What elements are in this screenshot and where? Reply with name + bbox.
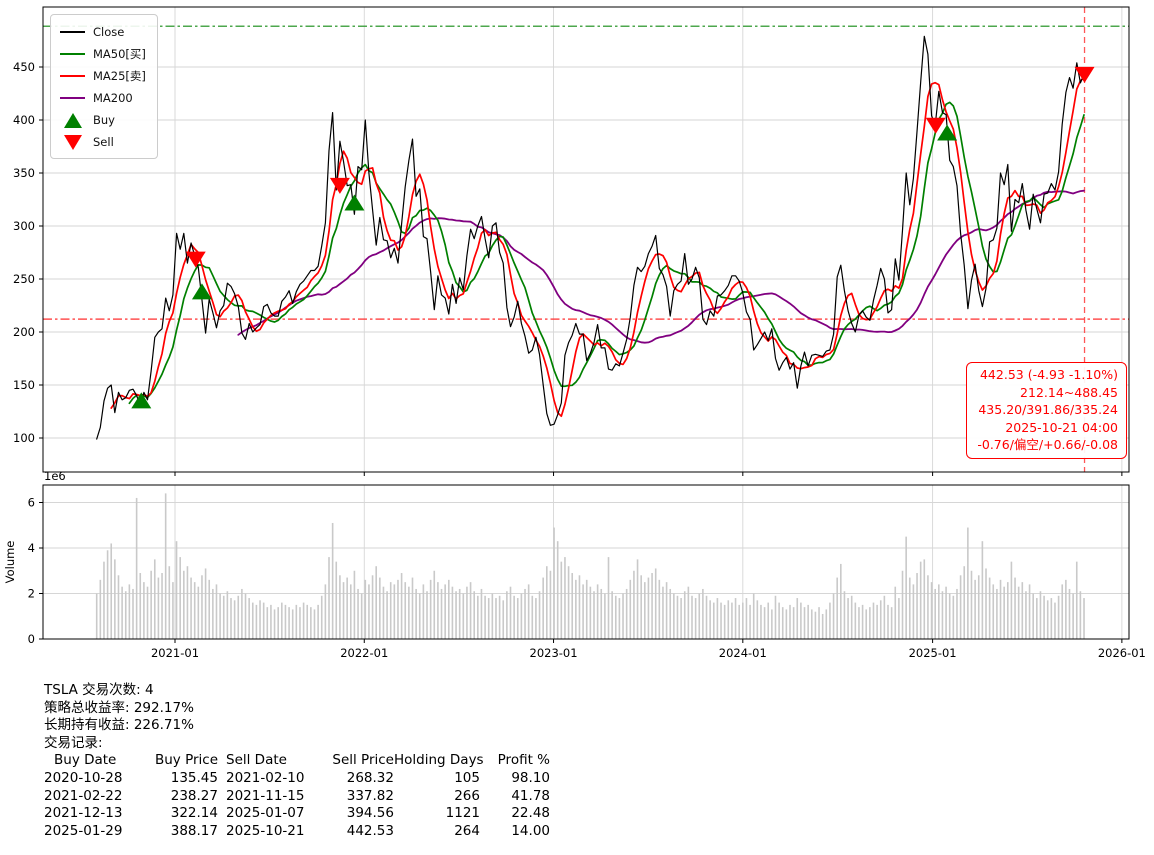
y-tick-label: 450 — [13, 60, 35, 74]
trade-cell: 41.78 — [511, 787, 550, 804]
col-sell-price: Sell Price — [332, 752, 394, 769]
sell-marker — [1074, 66, 1095, 83]
legend-label: MA50[买] — [93, 47, 146, 61]
legend-label: Close — [93, 25, 125, 39]
gridlines — [43, 7, 1129, 640]
strategy-return-line: 策略总收益率: 292.17% — [44, 699, 194, 716]
trade-cell: 2025-01-07 — [226, 805, 305, 822]
annotation-line-datetime: 2025-10-21 04:00 — [1005, 419, 1118, 435]
volume-tick-label: 2 — [28, 587, 35, 601]
legend-item-buy: Buy — [60, 110, 146, 130]
buy-triangle-icon — [60, 112, 85, 128]
y-tick-label: 300 — [13, 219, 35, 233]
legend-item-ma25: MA25[卖] — [60, 66, 146, 86]
price-annotation-box: 442.53 (-4.93 -1.10%) 212.14~488.45 435.… — [966, 362, 1127, 459]
trade-cell: 264 — [454, 822, 480, 839]
x-tick-label: 2026-01 — [1098, 646, 1146, 660]
y-tick-label: 350 — [13, 166, 35, 180]
ma50-line-swatch — [60, 52, 85, 56]
y-tick-label: 250 — [13, 272, 35, 286]
ma200-line-swatch — [60, 96, 85, 100]
legend-item-sell: Sell — [60, 132, 146, 152]
volume-bars — [95, 493, 1085, 639]
trade-cell: 1121 — [445, 805, 480, 822]
close-line — [96, 35, 1085, 440]
annotation-line-range: 212.14~488.45 — [1020, 384, 1118, 400]
trade-row: 2020-10-28 135.45 2021-02-10 268.32 105 98.10 — [44, 770, 550, 788]
y-tick-label: 200 — [13, 325, 35, 339]
col-buy-date: Buy Date — [54, 752, 117, 769]
trade-cell: 268.32 — [346, 769, 394, 786]
x-tick-label: 2024-01 — [719, 646, 767, 660]
y-tick-label: 400 — [13, 113, 35, 127]
trade-cell: 2021-02-10 — [226, 769, 305, 786]
ma200-line — [237, 189, 1085, 344]
col-sell-date: Sell Date — [226, 752, 287, 769]
trade-cell: 394.56 — [346, 805, 394, 822]
volume-tick-label: 6 — [28, 496, 35, 510]
volume-axis-label: Volume — [3, 541, 17, 584]
trade-count-line: TSLA 交易次数: 4 — [44, 682, 154, 698]
x-tick-label: 2023-01 — [530, 646, 578, 660]
col-holding-days: Holding Days — [394, 752, 484, 769]
trade-table-header: Buy Date Buy Price Sell Date Sell Price … — [44, 752, 550, 770]
trade-row: 2021-02-22 238.27 2021-11-15 337.82 266 41.78 — [44, 788, 550, 806]
close-line-swatch — [60, 30, 85, 34]
trade-cell: 105 — [454, 769, 480, 786]
col-buy-price: Buy Price — [154, 752, 218, 769]
trade-cell: 388.17 — [170, 822, 218, 839]
trade-cell: 238.27 — [170, 787, 218, 804]
trade-row: 2021-12-13 322.14 2025-01-07 394.56 1121 22.4… — [44, 805, 550, 823]
x-tick-label: 2025-01 — [909, 646, 957, 660]
price-volume-chart: 100 150 200 250 300 350 400 450 0 2 4 6 2021-01 2022-… — [3, 6, 1146, 660]
chart-legend: Close MA50[买] MA25[卖] MA200 Buy Sell — [50, 14, 158, 159]
volume-tick-label: 4 — [28, 541, 35, 555]
tick-marks — [39, 66, 1123, 643]
hold-return-line: 长期持有收益: 226.71% — [44, 717, 194, 734]
strategy-summary: TSLA 交易次数: 4 策略总收益率: 292.17% 长期持有收益: 226… — [44, 682, 550, 840]
buy-marker — [344, 194, 365, 211]
trade-cell: 98.10 — [511, 769, 550, 786]
volume-offset-label: 1e6 — [44, 469, 66, 483]
legend-item-ma50: MA50[买] — [60, 44, 146, 64]
trade-cell: 322.14 — [170, 805, 218, 822]
trade-cell: 2020-10-28 — [44, 769, 123, 786]
annotation-line-signal: -0.76/偏空/+0.66/-0.08 — [977, 437, 1118, 453]
trade-cell: 442.53 — [346, 822, 394, 839]
sell-marker — [925, 117, 946, 134]
sell-markers — [185, 66, 1095, 268]
sell-triangle-icon — [60, 134, 85, 150]
trade-cell: 2021-12-13 — [44, 805, 123, 822]
col-profit: Profit % — [497, 752, 550, 769]
buy-markers — [131, 124, 958, 409]
legend-label: MA200 — [93, 91, 133, 105]
legend-item-ma200: MA200 — [60, 88, 146, 108]
y-tick-label: 150 — [13, 378, 35, 392]
trade-cell: 2021-11-15 — [226, 787, 305, 804]
legend-label: MA25[卖] — [93, 69, 146, 83]
trade-record-title: 交易记录: — [44, 734, 103, 751]
x-tick-label: 2021-01 — [151, 646, 199, 660]
trade-cell: 337.82 — [346, 787, 394, 804]
trade-cell: 2021-02-22 — [44, 787, 123, 804]
volume-tick-label: 0 — [28, 632, 35, 646]
ma25-line-swatch — [60, 74, 85, 78]
legend-item-close: Close — [60, 22, 146, 42]
y-tick-label: 100 — [13, 431, 35, 445]
x-tick-label: 2022-01 — [340, 646, 388, 660]
trade-cell: 14.00 — [511, 822, 550, 839]
trade-cell: 2025-01-29 — [44, 822, 123, 839]
trade-row: 2025-01-29 388.17 2025-10-21 442.53 264 14.00 — [44, 823, 550, 841]
trade-table-body: 2020-10-28 135.45 2021-02-10 268.32 105 98.10… — [44, 770, 550, 840]
trade-cell: 266 — [454, 787, 480, 804]
trade-cell: 135.45 — [170, 769, 218, 786]
legend-label: Buy — [93, 113, 115, 127]
figure: 100 150 200 250 300 350 400 450 0 2 4 6 2021-01 2022-… — [0, 0, 1154, 855]
annotation-line-price: 442.53 (-4.93 -1.10%) — [979, 367, 1118, 382]
trade-cell: 22.48 — [511, 805, 550, 822]
trade-cell: 2025-10-21 — [226, 822, 305, 839]
legend-label: Sell — [93, 135, 114, 149]
annotation-line-ma: 435.20/391.86/335.24 — [978, 402, 1118, 418]
